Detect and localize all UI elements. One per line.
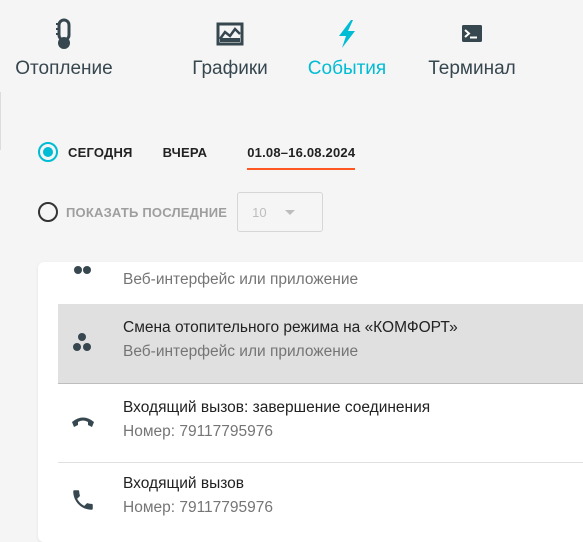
tab-events[interactable]: События [298, 14, 396, 80]
radio-show-last[interactable] [38, 202, 58, 222]
events-list: Веб-интерфейс или приложение Смена отопи… [38, 262, 583, 542]
tab-heating-label: Отопление [15, 58, 113, 79]
period-row: СЕГОДНЯ ВЧЕРА 01.08–16.08.2024 [0, 142, 356, 170]
tab-heating[interactable]: Отопление [4, 14, 124, 80]
tab-events-label: События [307, 58, 387, 79]
lightning-icon [339, 20, 355, 48]
radio-period-selected[interactable] [38, 142, 58, 162]
event-number: Номер: 79117795976 [123, 499, 273, 516]
tab-charts-label: Графики [192, 58, 268, 79]
show-last-select[interactable]: 10 [237, 192, 324, 232]
chevron-down-icon [284, 209, 295, 215]
list-item[interactable]: Веб-интерфейс или приложение [58, 262, 583, 305]
phone-icon [73, 490, 93, 510]
event-title: Входящий вызов [123, 475, 244, 492]
tab-terminal[interactable]: Терминал [416, 14, 528, 80]
show-last-label: ПОКАЗАТЬ ПОСЛЕДНИЕ [66, 204, 228, 220]
chart-icon [216, 22, 244, 46]
event-source: Веб-интерфейс или приложение [123, 343, 359, 360]
mode-dots-icon [73, 333, 91, 351]
mode-dots-icon [74, 266, 91, 274]
event-number: Номер: 79117795976 [123, 423, 273, 440]
tab-terminal-label: Терминал [428, 58, 516, 79]
today-option[interactable]: СЕГОДНЯ [68, 145, 133, 160]
show-last-row: ПОКАЗАТЬ ПОСЛЕДНИЕ 10 [0, 192, 324, 232]
show-last-value: 10 [252, 204, 267, 220]
tab-charts[interactable]: Графики [184, 14, 276, 80]
list-item[interactable]: Смена отопительного режима на «КОМФОРТ» … [58, 305, 583, 384]
terminal-icon [462, 25, 482, 42]
thermometer-icon [56, 18, 71, 49]
list-item[interactable]: Входящий вызов Номер: 79117795976 [58, 463, 583, 541]
event-title: Входящий вызов: завершение соединения [123, 399, 431, 416]
event-title: Смена отопительного режима на «КОМФОРТ» [123, 319, 458, 336]
hangup-phone-icon [72, 417, 94, 427]
event-source: Веб-интерфейс или приложение [123, 271, 359, 288]
list-item[interactable]: Входящий вызов: завершение соединения Но… [58, 384, 583, 463]
tab-bar: Отопление Графики События Терминал [0, 14, 583, 104]
date-range-option[interactable]: 01.08–16.08.2024 [247, 145, 356, 170]
yesterday-option[interactable]: ВЧЕРА [163, 145, 208, 160]
